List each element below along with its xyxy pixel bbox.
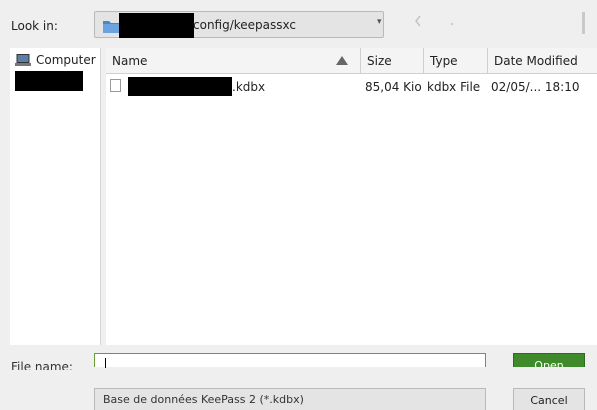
- file-name-label: File name:: [11, 360, 73, 370]
- open-button[interactable]: Open: [513, 353, 585, 367]
- current-path: config/keepassxc: [193, 18, 297, 32]
- column-header-label: Name: [112, 54, 148, 68]
- text-caret: [105, 358, 106, 368]
- column-header-name[interactable]: Name: [106, 48, 361, 73]
- column-header-label: Size: [367, 54, 392, 68]
- sidebar-item-label: Computer: [36, 53, 96, 67]
- column-header-type[interactable]: Type: [424, 48, 488, 73]
- chevron-down-icon: ▾: [377, 17, 382, 27]
- column-header-size[interactable]: Size: [361, 48, 424, 73]
- places-sidebar: Computer: [10, 48, 101, 345]
- sidebar-item-redacted[interactable]: [15, 71, 83, 91]
- look-in-combo[interactable]: config/keepassxc ▾: [94, 11, 384, 38]
- file-icon: [110, 79, 121, 92]
- file-name-suffix: .kdbx: [232, 80, 266, 94]
- toolbar-separator: [582, 12, 585, 34]
- back-icon[interactable]: [414, 15, 422, 31]
- table-row[interactable]: .kdbx 85,04 Kio kdbx File 02/05/... 18:1…: [106, 76, 597, 96]
- forward-icon[interactable]: [450, 15, 454, 30]
- column-header-date-modified[interactable]: Date Modified: [488, 48, 597, 73]
- column-header-label: Date Modified: [494, 54, 578, 68]
- file-size: 85,04 Kio: [365, 80, 422, 94]
- column-header-label: Type: [430, 54, 458, 68]
- computer-icon: [15, 54, 31, 66]
- list-header: Name Size Type Date Modified: [106, 48, 597, 74]
- sort-ascending-icon: [336, 56, 348, 65]
- file-list[interactable]: Name Size Type Date Modified .kdbx 85,04…: [106, 48, 597, 345]
- file-name-input[interactable]: [94, 353, 486, 368]
- sidebar-item-computer[interactable]: Computer: [10, 48, 100, 68]
- look-in-label: Look in:: [11, 19, 58, 33]
- redacted-path: [119, 13, 194, 38]
- cancel-button[interactable]: Cancel: [513, 388, 585, 410]
- file-type: kdbx File: [427, 80, 481, 94]
- file-type-filter-combo[interactable]: Base de données KeePass 2 (*.kdbx): [94, 388, 486, 410]
- redacted-filename: [128, 77, 232, 96]
- file-modified: 02/05/... 18:10: [491, 80, 580, 94]
